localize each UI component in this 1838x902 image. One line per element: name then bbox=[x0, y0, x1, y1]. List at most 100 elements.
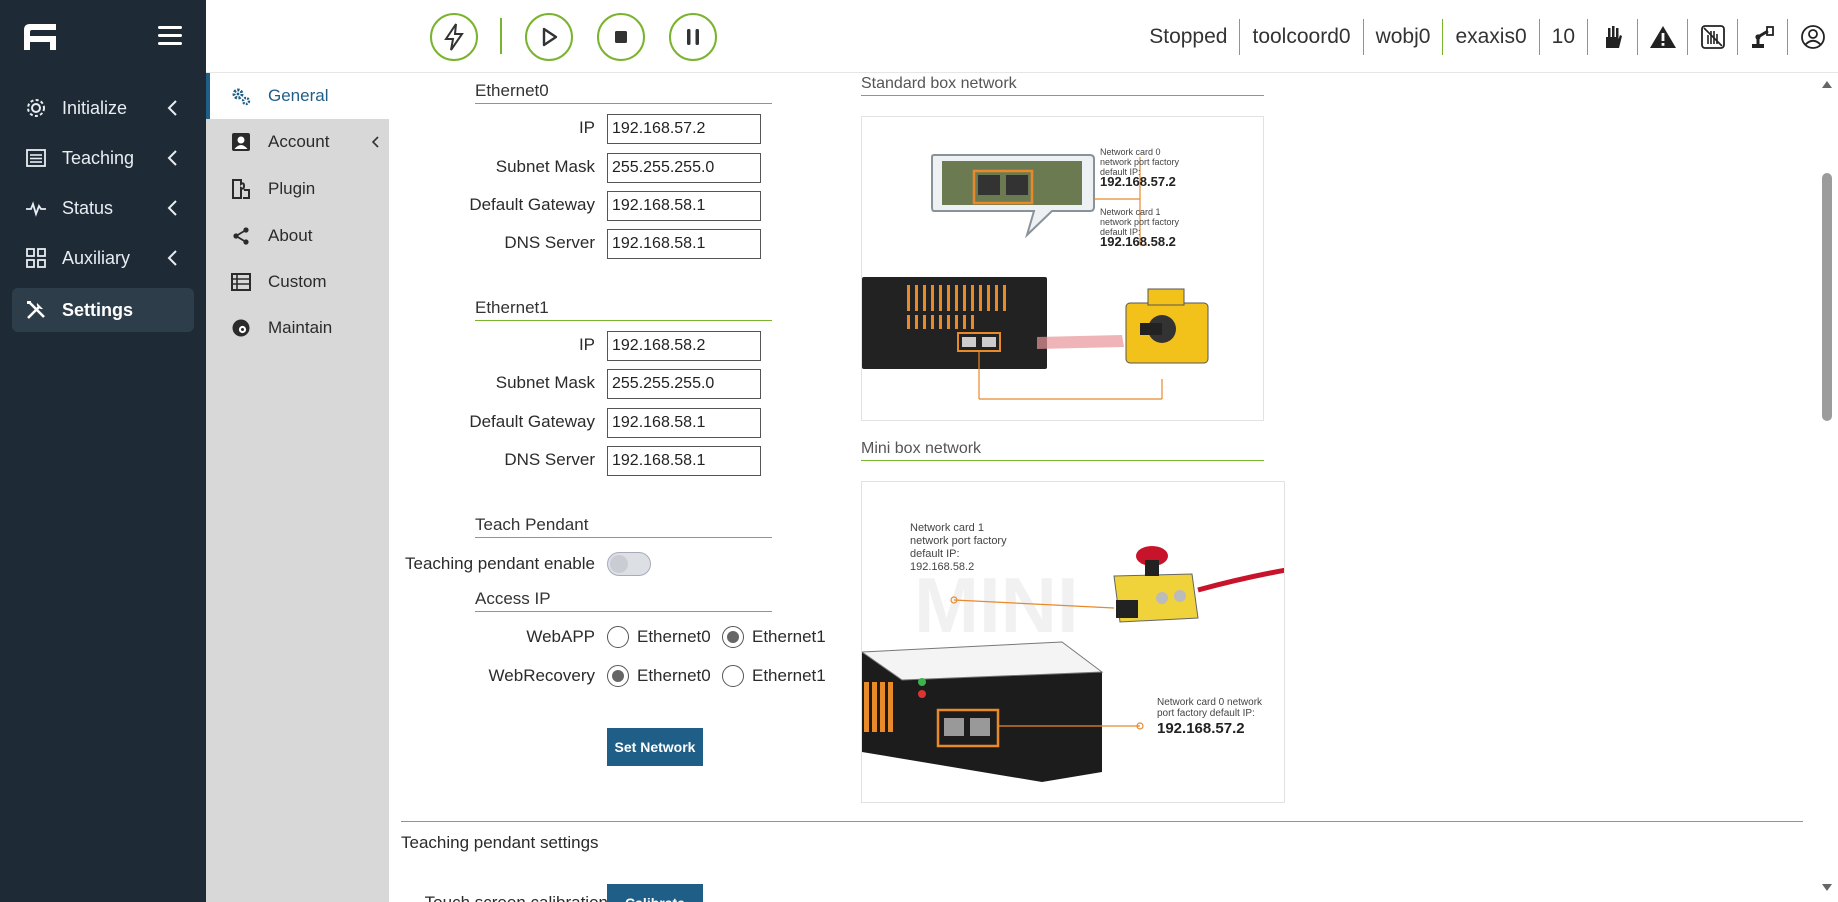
nav-item-teaching[interactable]: Teaching bbox=[12, 136, 194, 180]
gears-icon bbox=[230, 85, 252, 107]
pause-button[interactable] bbox=[669, 13, 717, 61]
nav-label: Settings bbox=[62, 299, 134, 320]
tools-icon bbox=[24, 298, 48, 322]
run-status: Stopped bbox=[1137, 19, 1241, 55]
eth0-gateway-label: Default Gateway bbox=[469, 195, 595, 214]
subnav-item-maintain[interactable]: Maintain bbox=[206, 305, 389, 351]
menu-toggle-icon[interactable] bbox=[158, 26, 182, 48]
section-divider bbox=[401, 821, 1803, 822]
eth0-mask-input[interactable] bbox=[607, 153, 761, 183]
webapp-ethernet0-radio[interactable] bbox=[607, 626, 629, 648]
nav-label: Auxiliary bbox=[62, 247, 131, 268]
standard-card0-caption: Network card 0 network port factory defa… bbox=[1100, 147, 1190, 188]
eth1-dns-input[interactable] bbox=[607, 446, 761, 476]
scroll-thumb[interactable] bbox=[1822, 173, 1832, 421]
nav-item-settings[interactable]: Settings bbox=[12, 288, 194, 332]
speed-status[interactable]: 10 bbox=[1540, 19, 1588, 55]
hand-icon[interactable] bbox=[1588, 19, 1638, 55]
nav-item-auxiliary[interactable]: Auxiliary bbox=[12, 236, 194, 280]
ethernet0-heading: Ethernet0 bbox=[475, 81, 772, 104]
list-icon bbox=[24, 146, 48, 170]
eth1-ip-input[interactable] bbox=[607, 331, 761, 361]
webapp-ethernet0-label: Ethernet0 bbox=[637, 627, 711, 646]
scroll-up-arrow-icon[interactable] bbox=[1821, 79, 1833, 89]
mini-card1-text: Network card 1 network port factory defa… bbox=[910, 522, 1007, 560]
webrecovery-ethernet0-radio[interactable] bbox=[607, 665, 629, 687]
webrecovery-ethernet0-label: Ethernet0 bbox=[637, 666, 711, 685]
subnav-item-about[interactable]: About bbox=[206, 213, 389, 259]
pendant-enable-toggle[interactable] bbox=[607, 552, 651, 576]
scroll-down-arrow-icon[interactable] bbox=[1821, 883, 1833, 893]
settings-subnav: General Account Plugin About Custom Main… bbox=[206, 73, 389, 902]
pulse-icon bbox=[24, 196, 48, 220]
webapp-ethernet1-radio[interactable] bbox=[722, 626, 744, 648]
pendant-enable-label: Teaching pendant enable bbox=[405, 554, 595, 573]
webrecovery-label: WebRecovery bbox=[488, 666, 595, 685]
chevron-left-icon bbox=[167, 100, 177, 116]
eth1-dns-label: DNS Server bbox=[504, 450, 595, 469]
standard-card0-text: Network card 0 network port factory defa… bbox=[1100, 147, 1180, 177]
webapp-label: WebAPP bbox=[526, 627, 595, 646]
eth0-gateway-input[interactable] bbox=[607, 191, 761, 221]
content-scrollbar[interactable] bbox=[1816, 73, 1838, 902]
mini-box-diagram: MINI Network card 1 network port factory… bbox=[861, 481, 1285, 803]
pendant-settings-heading: Teaching pendant settings bbox=[401, 833, 599, 852]
subnav-label: About bbox=[268, 226, 313, 245]
chevron-left-icon bbox=[167, 200, 177, 216]
eth0-ip-label: IP bbox=[578, 118, 595, 137]
robot-arm-icon[interactable] bbox=[1738, 19, 1788, 55]
webrecovery-ethernet1-radio[interactable] bbox=[722, 665, 744, 687]
subnav-item-custom[interactable]: Custom bbox=[206, 259, 389, 305]
mini-card0-ip: 192.168.57.2 bbox=[1157, 720, 1245, 737]
mini-card0-caption: Network card 0 network port factory defa… bbox=[1157, 697, 1267, 739]
eth1-mask-input[interactable] bbox=[607, 369, 761, 399]
tool-coord-status[interactable]: toolcoord0 bbox=[1240, 19, 1364, 55]
ethernet1-heading: Ethernet1 bbox=[475, 298, 772, 321]
eth1-gateway-input[interactable] bbox=[607, 408, 761, 438]
subnav-item-plugin[interactable]: Plugin bbox=[206, 166, 389, 212]
general-settings-content: Ethernet0 IP Subnet Mask Default Gateway… bbox=[389, 73, 1816, 902]
set-network-button[interactable]: Set Network bbox=[607, 728, 703, 766]
share-icon bbox=[230, 225, 252, 247]
top-bar: Stopped toolcoord0 wobj0 exaxis0 10 bbox=[206, 0, 1838, 73]
stop-icon bbox=[615, 31, 627, 43]
collision-hand-icon[interactable] bbox=[1688, 19, 1738, 55]
subnav-label: Plugin bbox=[268, 179, 316, 198]
eth0-ip-input[interactable] bbox=[607, 114, 761, 144]
plugin-icon bbox=[230, 178, 252, 200]
nav-item-status[interactable]: Status bbox=[12, 186, 194, 230]
exaxis-status[interactable]: exaxis0 bbox=[1443, 19, 1540, 55]
pause-icon bbox=[687, 29, 699, 45]
subnav-label: Custom bbox=[268, 272, 327, 291]
chevron-left-icon bbox=[167, 150, 177, 166]
nav-label: Status bbox=[62, 197, 114, 218]
main-sidebar: Initialize Teaching Status Auxiliary Set… bbox=[0, 0, 206, 902]
table-icon bbox=[230, 271, 252, 293]
enable-button[interactable] bbox=[430, 13, 478, 61]
toolbar-divider bbox=[500, 18, 502, 54]
account-icon bbox=[230, 131, 252, 153]
maintain-icon bbox=[230, 317, 252, 339]
calibrate-button[interactable]: Calibrate bbox=[607, 884, 703, 902]
nav-label: Initialize bbox=[62, 97, 128, 118]
touch-calibration-label: Touch screen calibration bbox=[413, 893, 608, 902]
standard-box-illustration bbox=[862, 154, 1209, 400]
play-button[interactable] bbox=[525, 13, 573, 61]
standard-card1-text: Network card 1 network port factory defa… bbox=[1100, 207, 1180, 237]
user-icon[interactable] bbox=[1788, 19, 1838, 55]
subnav-label: Maintain bbox=[268, 318, 333, 337]
nav-item-initialize[interactable]: Initialize bbox=[12, 86, 194, 130]
eth1-ip-label: IP bbox=[578, 335, 595, 354]
warning-icon[interactable] bbox=[1638, 19, 1688, 55]
subnav-label: General bbox=[268, 86, 329, 105]
eth1-gateway-label: Default Gateway bbox=[469, 412, 595, 431]
subnav-item-general[interactable]: General bbox=[206, 73, 389, 119]
subnav-item-account[interactable]: Account bbox=[206, 119, 389, 165]
eth0-mask-label: Subnet Mask bbox=[495, 157, 595, 176]
wobj-status[interactable]: wobj0 bbox=[1364, 19, 1444, 55]
app-root: Initialize Teaching Status Auxiliary Set… bbox=[0, 0, 1838, 902]
standard-card1-ip: 192.168.58.2 bbox=[1100, 234, 1176, 249]
chevron-left-icon bbox=[167, 250, 177, 266]
eth0-dns-input[interactable] bbox=[607, 229, 761, 259]
stop-button[interactable] bbox=[597, 13, 645, 61]
